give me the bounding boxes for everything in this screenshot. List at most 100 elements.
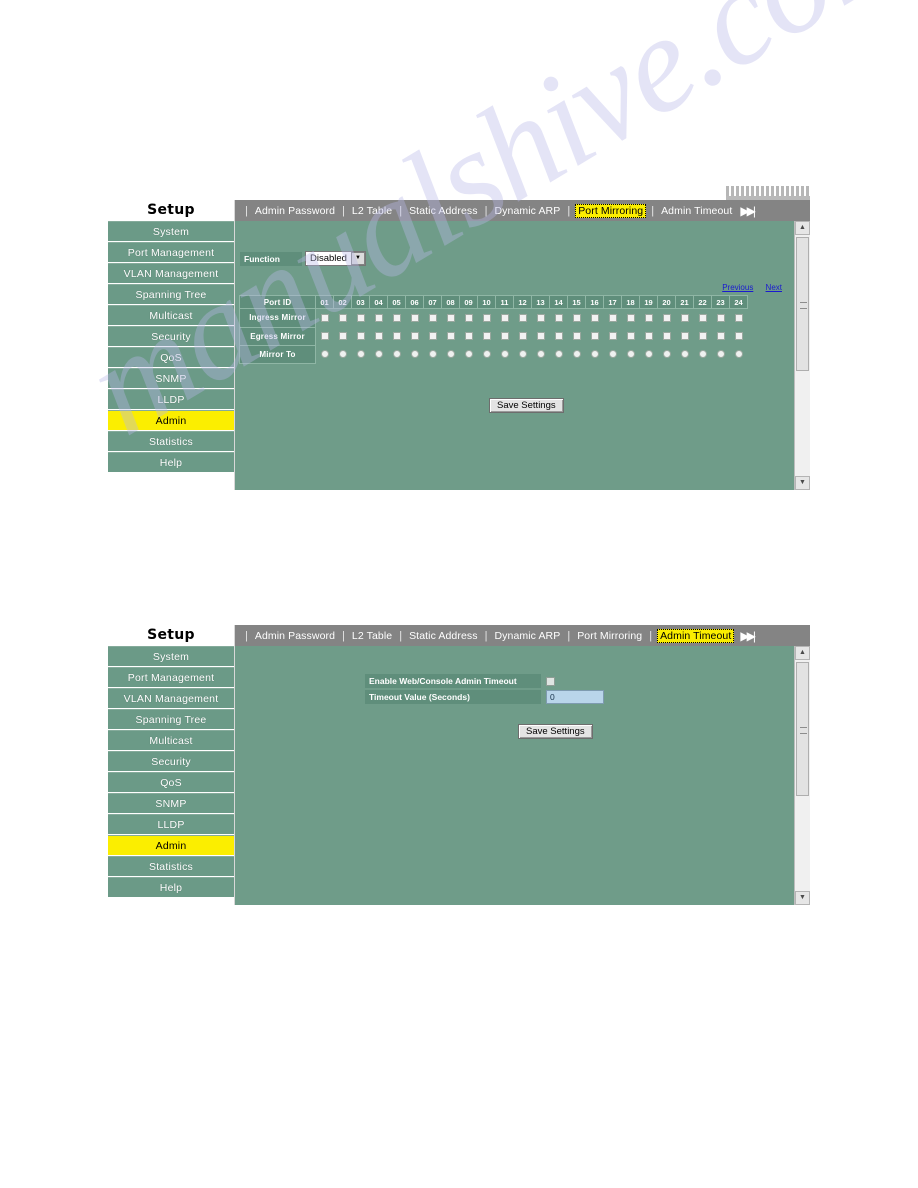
tab-static-address[interactable]: Static Address (407, 629, 480, 643)
sidebar-item-qos[interactable]: QoS (108, 772, 234, 793)
tab-admin-timeout[interactable]: Admin Timeout (657, 628, 735, 643)
tab-dynamic-arp[interactable]: Dynamic ARP (492, 629, 562, 643)
mirror-to-radio-04[interactable] (374, 350, 383, 358)
egress-mirror-checkbox-11[interactable] (500, 332, 509, 340)
sidebar-item-vlan-management[interactable]: VLAN Management (108, 688, 234, 709)
tab-l2-table[interactable]: L2 Table (350, 204, 394, 218)
sidebar-item-admin[interactable]: Admin (108, 410, 234, 431)
sidebar-item-port-management[interactable]: Port Management (108, 242, 234, 263)
mirror-to-radio-12[interactable] (518, 350, 527, 358)
sidebar-item-port-management[interactable]: Port Management (108, 667, 234, 688)
mirror-to-radio-08[interactable] (446, 350, 455, 358)
tab-static-address[interactable]: Static Address (407, 204, 480, 218)
sidebar-item-security[interactable]: Security (108, 326, 234, 347)
egress-mirror-checkbox-07[interactable] (428, 332, 437, 340)
egress-mirror-checkbox-09[interactable] (464, 332, 473, 340)
ingress-mirror-checkbox-04[interactable] (374, 314, 383, 322)
mirror-to-radio-17[interactable] (608, 350, 617, 358)
scroll-down-arrow-icon[interactable]: ▼ (795, 476, 810, 490)
egress-mirror-checkbox-08[interactable] (446, 332, 455, 340)
sidebar-item-snmp[interactable]: SNMP (108, 368, 234, 389)
save-settings-button[interactable]: Save Settings (518, 724, 593, 739)
mirror-to-radio-03[interactable] (356, 350, 365, 358)
mirror-to-radio-11[interactable] (500, 350, 509, 358)
egress-mirror-checkbox-04[interactable] (374, 332, 383, 340)
ingress-mirror-checkbox-09[interactable] (464, 314, 473, 322)
mirror-to-radio-01[interactable] (320, 350, 329, 358)
sidebar-item-help[interactable]: Help (108, 877, 234, 898)
egress-mirror-checkbox-01[interactable] (320, 332, 329, 340)
egress-mirror-checkbox-18[interactable] (626, 332, 635, 340)
mirror-to-radio-20[interactable] (662, 350, 671, 358)
egress-mirror-checkbox-13[interactable] (536, 332, 545, 340)
sidebar-item-qos[interactable]: QoS (108, 347, 234, 368)
egress-mirror-checkbox-14[interactable] (554, 332, 563, 340)
ingress-mirror-checkbox-18[interactable] (626, 314, 635, 322)
mirror-to-radio-19[interactable] (644, 350, 653, 358)
mirror-to-radio-24[interactable] (734, 350, 743, 358)
mirror-to-radio-22[interactable] (698, 350, 707, 358)
egress-mirror-checkbox-22[interactable] (698, 332, 707, 340)
next-page-icon[interactable]: ▶▶| (740, 204, 755, 218)
egress-mirror-checkbox-15[interactable] (572, 332, 581, 340)
ingress-mirror-checkbox-22[interactable] (698, 314, 707, 322)
scroll-up-arrow-icon[interactable]: ▲ (795, 221, 810, 235)
egress-mirror-checkbox-21[interactable] (680, 332, 689, 340)
sidebar-item-security[interactable]: Security (108, 751, 234, 772)
mirror-to-radio-14[interactable] (554, 350, 563, 358)
vertical-scrollbar-top[interactable]: ▲ ▼ (794, 221, 810, 490)
sidebar-item-statistics[interactable]: Statistics (108, 431, 234, 452)
ingress-mirror-checkbox-05[interactable] (392, 314, 401, 322)
egress-mirror-checkbox-12[interactable] (518, 332, 527, 340)
sidebar-item-lldp[interactable]: LLDP (108, 814, 234, 835)
mirror-to-radio-16[interactable] (590, 350, 599, 358)
sidebar-item-system[interactable]: System (108, 221, 234, 242)
mirror-to-radio-10[interactable] (482, 350, 491, 358)
ingress-mirror-checkbox-12[interactable] (518, 314, 527, 322)
egress-mirror-checkbox-02[interactable] (338, 332, 347, 340)
mirror-to-radio-06[interactable] (410, 350, 419, 358)
save-settings-button[interactable]: Save Settings (489, 398, 564, 413)
ingress-mirror-checkbox-01[interactable] (320, 314, 329, 322)
enable-timeout-checkbox[interactable] (546, 676, 555, 686)
function-select[interactable]: Disabled ▼ (305, 251, 366, 266)
ingress-mirror-checkbox-02[interactable] (338, 314, 347, 322)
tab-admin-password[interactable]: Admin Password (253, 204, 337, 218)
ingress-mirror-checkbox-03[interactable] (356, 314, 365, 322)
sidebar-item-snmp[interactable]: SNMP (108, 793, 234, 814)
sidebar-item-multicast[interactable]: Multicast (108, 305, 234, 326)
ingress-mirror-checkbox-07[interactable] (428, 314, 437, 322)
egress-mirror-checkbox-17[interactable] (608, 332, 617, 340)
sidebar-item-statistics[interactable]: Statistics (108, 856, 234, 877)
next-link[interactable]: Next (766, 283, 782, 292)
ingress-mirror-checkbox-10[interactable] (482, 314, 491, 322)
ingress-mirror-checkbox-16[interactable] (590, 314, 599, 322)
mirror-to-radio-02[interactable] (338, 350, 347, 358)
previous-link[interactable]: Previous (722, 283, 753, 292)
ingress-mirror-checkbox-24[interactable] (734, 314, 743, 322)
ingress-mirror-checkbox-21[interactable] (680, 314, 689, 322)
egress-mirror-checkbox-16[interactable] (590, 332, 599, 340)
next-page-icon[interactable]: ▶▶| (740, 629, 755, 643)
ingress-mirror-checkbox-13[interactable] (536, 314, 545, 322)
tab-dynamic-arp[interactable]: Dynamic ARP (492, 204, 562, 218)
scroll-up-arrow-icon[interactable]: ▲ (795, 646, 810, 660)
sidebar-item-spanning-tree[interactable]: Spanning Tree (108, 284, 234, 305)
egress-mirror-checkbox-20[interactable] (662, 332, 671, 340)
vertical-scrollbar-bottom[interactable]: ▲ ▼ (794, 646, 810, 905)
egress-mirror-checkbox-05[interactable] (392, 332, 401, 340)
mirror-to-radio-13[interactable] (536, 350, 545, 358)
ingress-mirror-checkbox-06[interactable] (410, 314, 419, 322)
mirror-to-radio-18[interactable] (626, 350, 635, 358)
mirror-to-radio-05[interactable] (392, 350, 401, 358)
egress-mirror-checkbox-03[interactable] (356, 332, 365, 340)
scrollbar-thumb[interactable] (796, 662, 809, 796)
scroll-down-arrow-icon[interactable]: ▼ (795, 891, 810, 905)
tab-admin-timeout[interactable]: Admin Timeout (659, 204, 734, 218)
mirror-to-radio-23[interactable] (716, 350, 725, 358)
mirror-to-radio-09[interactable] (464, 350, 473, 358)
egress-mirror-checkbox-06[interactable] (410, 332, 419, 340)
tab-l2-table[interactable]: L2 Table (350, 629, 394, 643)
egress-mirror-checkbox-10[interactable] (482, 332, 491, 340)
timeout-value-input[interactable]: 0 (546, 690, 604, 704)
